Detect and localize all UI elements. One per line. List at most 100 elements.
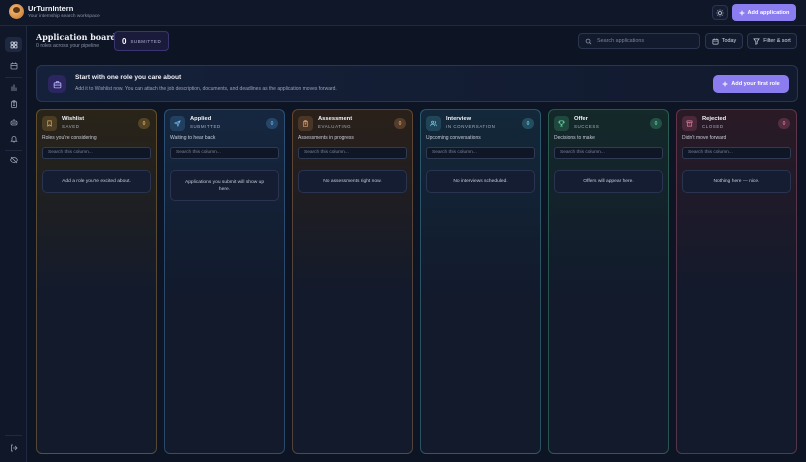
today-button[interactable]: Today xyxy=(705,33,743,49)
eye-off-icon xyxy=(9,156,18,164)
filter-icon xyxy=(753,38,761,45)
search-input[interactable]: Search applications xyxy=(578,33,700,49)
users-icon xyxy=(426,116,441,131)
column-search-input[interactable]: Search this column... xyxy=(298,147,407,159)
sidebar-item-ai[interactable] xyxy=(5,114,22,129)
add-application-button[interactable]: Add application xyxy=(732,4,796,21)
add-first-role-label: Add your first role xyxy=(731,81,780,87)
column-header: Rejected CLOSED 0 Didn't move forward Se… xyxy=(677,110,796,195)
column-status: IN CONVERSATION xyxy=(446,124,496,129)
sidebar-item-documents[interactable] xyxy=(5,96,22,111)
sidebar-item-hide[interactable] xyxy=(5,152,22,167)
banner-title: Start with one role you care about xyxy=(75,74,182,81)
trophy-icon xyxy=(554,116,569,131)
column-status: EVALUATING xyxy=(318,124,352,129)
filter-label: Filter & sort xyxy=(763,38,791,44)
column-description: Didn't move forward xyxy=(682,135,727,141)
column-header: Interview IN CONVERSATION 0 Upcoming con… xyxy=(421,110,540,195)
column-status: CLOSED xyxy=(702,124,724,129)
column-description: Waiting to hear back xyxy=(170,135,216,141)
plus-icon xyxy=(739,10,745,16)
column-empty-state: Nothing here — nice. xyxy=(682,170,791,193)
theme-toggle-button[interactable] xyxy=(712,5,728,20)
submitted-count-badge: 0 SUBMITTED xyxy=(114,31,169,51)
search-placeholder: Search applications xyxy=(597,38,645,44)
column-header: Assessment EVALUATING 0 Assessments in p… xyxy=(293,110,412,195)
column-count-badge: 0 xyxy=(522,118,534,129)
add-first-role-button[interactable]: Add your first role xyxy=(713,75,789,93)
column-empty-state: No interviews scheduled. xyxy=(426,170,535,193)
column-title: Interview xyxy=(446,116,472,122)
add-application-label: Add application xyxy=(747,9,790,16)
sun-icon xyxy=(716,9,724,17)
column-search-input[interactable]: Search this column... xyxy=(42,147,151,159)
column-empty-state: Offers will appear here. xyxy=(554,170,663,193)
filter-sort-button[interactable]: Filter & sort xyxy=(747,33,797,49)
column-search-input[interactable]: Search this column... xyxy=(682,147,791,159)
column-empty-state: No assessments right now. xyxy=(298,170,407,193)
column-assessment: Assessment EVALUATING 0 Assessments in p… xyxy=(292,109,413,454)
logout-icon xyxy=(10,444,18,452)
onboarding-banner: Start with one role you care about Add i… xyxy=(36,65,798,102)
column-rejected: Rejected CLOSED 0 Didn't move forward Se… xyxy=(676,109,797,454)
column-header: Offer SUCCESS 0 Decisions to make Search… xyxy=(549,110,668,195)
submitted-label: SUBMITTED xyxy=(130,38,162,44)
column-empty-state: Applications you submit will show up her… xyxy=(170,170,279,201)
sidebar-item-analytics[interactable] xyxy=(5,79,22,94)
column-search-input[interactable]: Search this column... xyxy=(426,147,535,159)
app-title: UrTurnIntern xyxy=(28,4,74,13)
sidebar xyxy=(0,26,27,462)
archive-icon xyxy=(682,116,697,131)
clipboard-icon xyxy=(298,116,313,131)
column-description: Decisions to make xyxy=(554,135,595,141)
column-wishlist: Wishlist SAVED 0 Roles you're considerin… xyxy=(36,109,157,454)
calendar-icon xyxy=(712,37,719,45)
briefcase-icon xyxy=(48,75,66,93)
column-count-badge: 0 xyxy=(650,118,662,129)
sidebar-item-notifications[interactable] xyxy=(5,131,22,146)
column-header: Applied SUBMITTED 0 Waiting to hear back… xyxy=(165,110,284,201)
column-title: Offer xyxy=(574,116,588,122)
column-count-badge: 0 xyxy=(266,118,278,129)
column-count-badge: 0 xyxy=(778,118,790,129)
clipboard-icon xyxy=(10,99,18,108)
send-icon xyxy=(170,116,185,131)
banner-subtitle: Add it to Wishlist now. You can attach t… xyxy=(75,86,337,92)
bookmark-icon xyxy=(42,116,57,131)
column-count-badge: 0 xyxy=(394,118,406,129)
column-header: Wishlist SAVED 0 Roles you're considerin… xyxy=(37,110,156,195)
column-description: Assessments in progress xyxy=(298,135,354,141)
column-empty-state: Add a role you're excited about. xyxy=(42,170,151,193)
column-offer: Offer SUCCESS 0 Decisions to make Search… xyxy=(548,109,669,454)
sidebar-item-calendar[interactable] xyxy=(5,58,22,73)
column-applied: Applied SUBMITTED 0 Waiting to hear back… xyxy=(164,109,285,454)
column-status: SUCCESS xyxy=(574,124,600,129)
top-bar: UrTurnIntern Your internship search work… xyxy=(0,0,806,26)
today-label: Today xyxy=(721,38,737,44)
logout-button[interactable] xyxy=(5,440,22,455)
column-description: Roles you're considering xyxy=(42,135,97,141)
column-status: SUBMITTED xyxy=(190,124,221,129)
column-search-input[interactable]: Search this column... xyxy=(170,147,279,159)
page-title: Application board xyxy=(36,32,117,42)
column-search-input[interactable]: Search this column... xyxy=(554,147,663,159)
page-subtitle: 0 roles across your pipeline xyxy=(36,43,100,49)
column-status: SAVED xyxy=(62,124,80,129)
submitted-count: 0 xyxy=(122,36,127,46)
calendar-icon xyxy=(10,62,18,70)
column-title: Rejected xyxy=(702,116,727,122)
bot-icon xyxy=(10,118,18,126)
search-icon xyxy=(585,38,592,45)
grid-icon xyxy=(10,41,18,49)
bar-chart-icon xyxy=(10,83,18,91)
column-title: Wishlist xyxy=(62,116,85,122)
app-subtitle: Your internship search workspace xyxy=(28,14,100,19)
bell-icon xyxy=(9,135,18,143)
plus-icon xyxy=(722,81,728,87)
avatar-icon[interactable] xyxy=(9,4,24,19)
column-title: Assessment xyxy=(318,116,353,122)
sidebar-item-board[interactable] xyxy=(5,37,22,52)
column-title: Applied xyxy=(190,116,212,122)
column-interview: Interview IN CONVERSATION 0 Upcoming con… xyxy=(420,109,541,454)
column-description: Upcoming conversations xyxy=(426,135,481,141)
